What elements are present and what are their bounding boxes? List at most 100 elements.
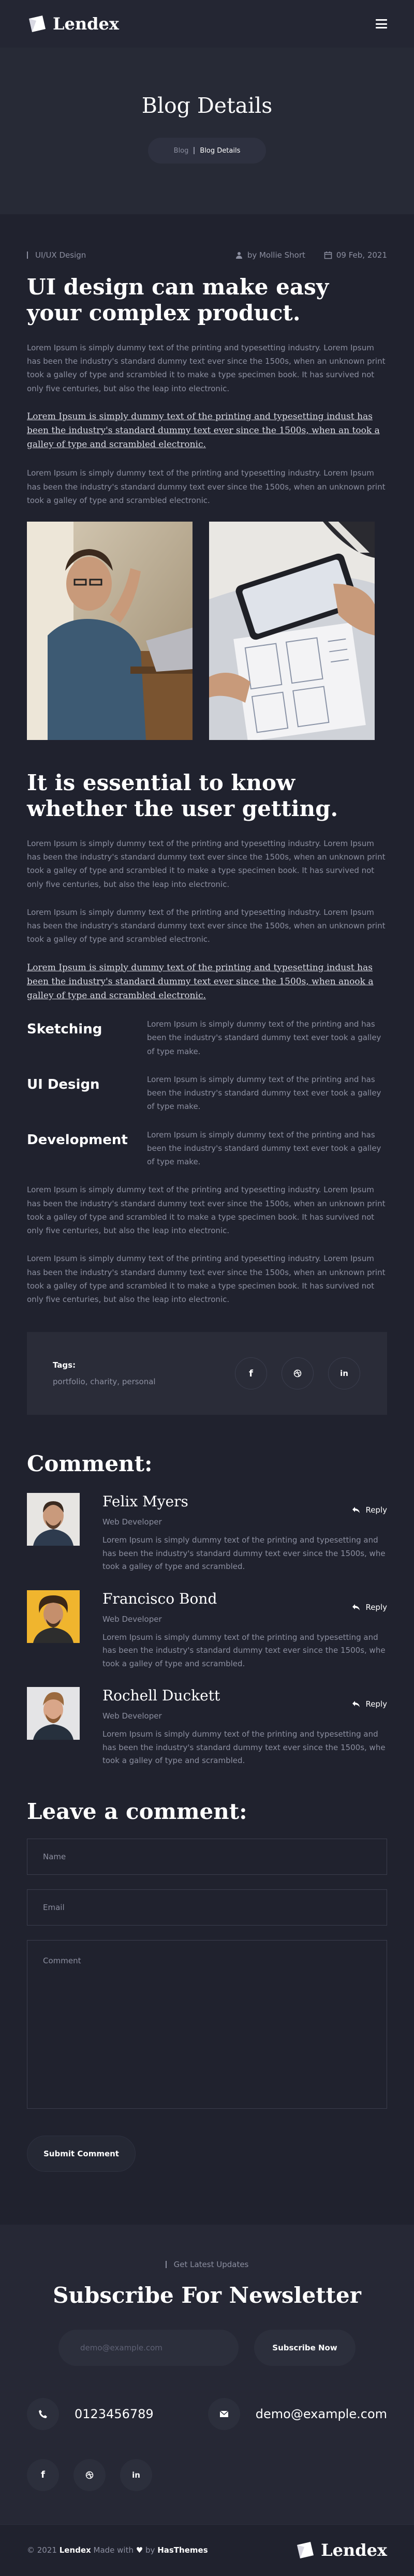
calendar-icon [324,251,332,259]
feature-description: Lorem Ipsum is simply dummy text of the … [147,1130,381,1167]
avatar [27,1493,80,1546]
submit-comment-button[interactable]: Submit Comment [27,2135,136,2172]
reply-label: Reply [365,1699,387,1709]
copyright-brand[interactable]: Lendex [60,2545,91,2555]
post-title: UI design can make easy your complex pro… [27,274,329,326]
section-heading: It is essential to know whether the user… [27,770,338,822]
feature-title: UI Design [27,1076,100,1092]
post-highlight-link[interactable]: Lorem Ipsum is simply dummy text of the … [27,961,387,1003]
footer-logo[interactable]: Lendex [295,2540,387,2560]
breadcrumb-link-blog[interactable]: Blog [174,147,189,155]
site-header: Lendex [0,0,414,48]
feature-item-ui-design: UI Design Lorem Ipsum is simply dummy te… [27,1073,387,1114]
reply-button[interactable]: Reply [352,1699,387,1709]
comment-author: Rochell Duckett [102,1687,220,1705]
dribbble-icon[interactable] [73,2459,106,2491]
contact-phone-text: 0123456789 [75,2406,154,2421]
feature-item-development: Development Lorem Ipsum is simply dummy … [27,1128,387,1169]
post-paragraph: Lorem Ipsum is simply dummy text of the … [27,468,386,505]
post-paragraph: Lorem Ipsum is simply dummy text of the … [27,907,386,944]
comment-author: Felix Myers [102,1493,188,1511]
reply-label: Reply [365,1602,387,1612]
logo-icon [297,2542,314,2559]
linkedin-icon[interactable]: in [328,1357,360,1390]
avatar [27,1687,80,1740]
post-image-gallery [27,522,387,741]
reply-label: Reply [365,1505,387,1515]
tags-label: Tags: [53,1360,76,1370]
post-author[interactable]: by Mollie Short [247,250,305,260]
comment-text: Lorem Ipsum is simply dummy text of the … [102,1729,386,1766]
newsletter-section: Get Latest Updates Subscribe For Newslet… [0,2224,414,2524]
breadcrumb-separator [194,147,195,154]
comment-item: Francisco Bond Web Developer Reply Lorem… [27,1590,387,1671]
logo-text: Lendex [53,14,119,34]
contact-phone[interactable]: 0123456789 [27,2397,154,2430]
post-content: UI/UX Design by Mollie Short 09 Feb, 202… [0,214,414,1306]
feature-title: Sketching [27,1021,102,1038]
facebook-icon[interactable]: f [235,1357,267,1390]
post-image-man-laptop [27,522,193,741]
comments-section: Comment: Felix Myers Web Developer Reply… [0,1451,414,1768]
breadcrumb-current: Blog Details [200,146,241,155]
reply-icon [352,1604,360,1610]
post-image-wireframe-phone [209,522,375,741]
comment-form-title: Leave a comment: [27,1798,247,1824]
dribbble-icon[interactable] [282,1357,314,1390]
contact-email[interactable]: demo@example.com [208,2397,387,2430]
feature-description: Lorem Ipsum is simply dummy text of the … [147,1074,381,1112]
comment-author-role: Web Developer [102,1614,162,1624]
contact-email-text: demo@example.com [255,2406,387,2421]
copyright: © 2021 Lendex Made with ♥ by HasThemes [27,2545,208,2555]
avatar [27,1590,80,1643]
page-hero: Blog Details Blog Blog Details [0,48,414,214]
copyright-year: © 2021 [27,2545,57,2555]
subscribe-button[interactable]: Subscribe Now [254,2329,356,2366]
breadcrumb: Blog Blog Details [147,138,267,164]
kicker-marker [165,2260,167,2268]
feature-item-sketching: Sketching Lorem Ipsum is simply dummy te… [27,1017,387,1058]
post-paragraph: Lorem Ipsum is simply dummy text of the … [27,343,386,393]
comment-text: Lorem Ipsum is simply dummy text of the … [102,1535,386,1572]
reply-icon [352,1507,360,1514]
logo[interactable]: Lendex [27,13,119,34]
reply-button[interactable]: Reply [352,1603,387,1612]
post-date: 09 Feb, 2021 [336,250,387,260]
newsletter-kicker: Get Latest Updates [173,2259,249,2269]
email-input[interactable]: Email [27,1889,387,1926]
comment-text: Lorem Ipsum is simply dummy text of the … [102,1632,386,1668]
newsletter-title: Subscribe For Newsletter [53,2282,361,2308]
page-title: Blog Details [141,93,273,118]
comment-textarea[interactable]: Comment [27,1940,387,2109]
feature-description: Lorem Ipsum is simply dummy text of the … [147,1019,381,1056]
company-link[interactable]: HasThemes [157,2545,208,2555]
heart-icon: ♥ [136,2545,143,2555]
category-marker [27,251,28,259]
phone-icon [27,2397,59,2430]
comment-item: Felix Myers Web Developer Reply Lorem Ip… [27,1493,387,1574]
hamburger-menu-icon[interactable] [376,19,387,28]
tags-list[interactable]: portfolio, charity, personal [53,1377,156,1386]
post-paragraph: Lorem Ipsum is simply dummy text of the … [27,1254,386,1305]
newsletter-email-input[interactable]: demo@example.com [58,2329,239,2366]
user-icon [235,252,242,259]
post-highlight-link[interactable]: Lorem Ipsum is simply dummy text of the … [27,410,387,452]
name-input[interactable]: Name [27,1838,387,1875]
logo-icon [29,16,46,32]
comments-title: Comment: [27,1451,153,1477]
post-paragraph: Lorem Ipsum is simply dummy text of the … [27,838,386,889]
mail-icon [208,2397,240,2430]
by-text: by [145,2545,155,2555]
comment-author: Francisco Bond [102,1590,217,1607]
comment-author-role: Web Developer [102,1517,162,1527]
reply-button[interactable]: Reply [352,1505,387,1515]
footer-logo-text: Lendex [321,2540,387,2560]
feature-title: Development [27,1132,128,1148]
reply-icon [352,1701,360,1708]
post-category[interactable]: UI/UX Design [35,250,86,260]
post-meta: UI/UX Design by Mollie Short 09 Feb, 202… [27,214,387,260]
linkedin-icon[interactable]: in [120,2459,152,2491]
facebook-icon[interactable]: f [27,2459,59,2491]
made-with-text: Made with [93,2545,134,2555]
comment-item: Rochell Duckett Web Developer Reply Lore… [27,1687,387,1768]
